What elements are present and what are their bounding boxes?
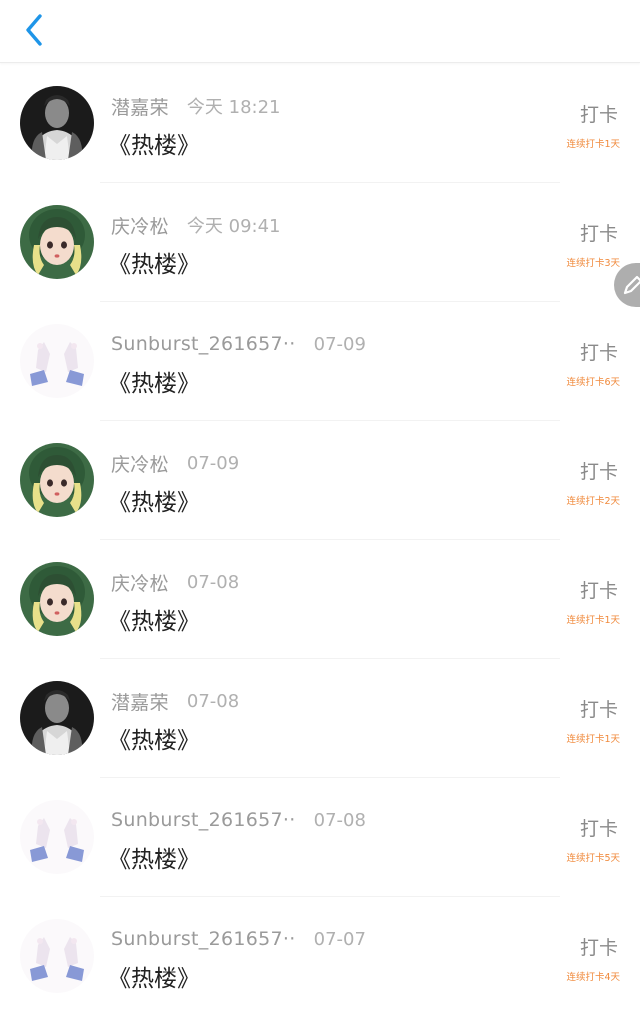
streak-label: 连续打卡4天 (566, 972, 620, 983)
username[interactable]: 潜嘉荣 (111, 688, 169, 715)
checkin-label[interactable]: 打卡 (580, 338, 618, 365)
list-item[interactable]: 庆冷松 07-09 《热楼》 打卡 连续打卡2天 (0, 421, 640, 540)
username[interactable]: Sunburst_261657·· (111, 928, 296, 950)
man-portrait-avatar (20, 681, 94, 755)
book-title[interactable]: 《热楼》 (108, 959, 200, 993)
entry-meta: Sunburst_261657·· 07-09 (111, 330, 366, 358)
streak-label: 连续打卡1天 (566, 734, 620, 745)
girl-illustration-avatar (20, 205, 94, 279)
list-item[interactable]: 潜嘉荣 07-08 《热楼》 打卡 连续打卡1天 (0, 659, 640, 778)
man-portrait-avatar (20, 86, 94, 160)
timestamp: 07-08 (313, 809, 366, 831)
checkin-label[interactable]: 打卡 (580, 933, 618, 960)
streak-label: 连续打卡6天 (566, 377, 620, 388)
avatar[interactable] (20, 681, 94, 755)
streak-label: 连续打卡1天 (566, 615, 620, 626)
checkin-list: 潜嘉荣 今天 18:21 《热楼》 打卡 连续打卡1天 庆冷松 今天 09:41… (0, 64, 640, 1016)
username[interactable]: 庆冷松 (111, 212, 169, 239)
list-item[interactable]: 潜嘉荣 今天 18:21 《热楼》 打卡 连续打卡1天 (0, 64, 640, 183)
entry-meta: 庆冷松 07-08 (111, 568, 239, 596)
book-title[interactable]: 《热楼》 (108, 364, 200, 398)
timestamp: 07-07 (313, 928, 366, 950)
checkin-label[interactable]: 打卡 (580, 814, 618, 841)
hands-heart-avatar (20, 800, 94, 874)
book-title[interactable]: 《热楼》 (108, 483, 200, 517)
avatar[interactable] (20, 562, 94, 636)
timestamp: 07-09 (186, 452, 240, 474)
chevron-left-icon (26, 14, 42, 46)
book-title[interactable]: 《热楼》 (108, 721, 200, 755)
streak-label: 连续打卡3天 (566, 258, 620, 269)
pencil-icon (623, 275, 640, 295)
page: 潜嘉荣 今天 18:21 《热楼》 打卡 连续打卡1天 庆冷松 今天 09:41… (0, 0, 640, 1024)
book-title[interactable]: 《热楼》 (108, 126, 200, 160)
checkin-label[interactable]: 打卡 (580, 219, 618, 246)
back-button[interactable] (14, 8, 54, 52)
avatar[interactable] (20, 443, 94, 517)
hands-heart-avatar (20, 324, 94, 398)
timestamp: 07-08 (186, 571, 240, 593)
list-item[interactable]: 庆冷松 今天 09:41 《热楼》 打卡 连续打卡3天 (0, 183, 640, 302)
list-item[interactable]: Sunburst_261657·· 07-08 《热楼》 打卡 连续打卡5天 (0, 778, 640, 897)
timestamp: 今天 09:41 (186, 216, 281, 237)
girl-illustration-avatar (20, 562, 94, 636)
timestamp: 07-08 (186, 690, 240, 712)
top-bar (0, 0, 640, 63)
username[interactable]: 庆冷松 (111, 569, 169, 596)
avatar[interactable] (20, 205, 94, 279)
streak-label: 连续打卡1天 (566, 139, 620, 150)
username[interactable]: Sunburst_261657·· (111, 809, 296, 831)
book-title[interactable]: 《热楼》 (108, 602, 200, 636)
book-title[interactable]: 《热楼》 (108, 245, 200, 279)
entry-meta: 潜嘉荣 07-08 (111, 687, 239, 715)
checkin-label[interactable]: 打卡 (580, 576, 618, 603)
entry-meta: Sunburst_261657·· 07-07 (111, 925, 366, 953)
username[interactable]: 庆冷松 (111, 450, 169, 477)
girl-illustration-avatar (20, 443, 94, 517)
avatar[interactable] (20, 800, 94, 874)
avatar[interactable] (20, 919, 94, 993)
username[interactable]: 潜嘉荣 (111, 93, 169, 120)
book-title[interactable]: 《热楼》 (108, 840, 200, 874)
entry-meta: 潜嘉荣 今天 18:21 (111, 92, 281, 120)
timestamp: 07-09 (313, 333, 366, 355)
timestamp: 今天 18:21 (186, 97, 281, 118)
username[interactable]: Sunburst_261657·· (111, 333, 296, 355)
checkin-label[interactable]: 打卡 (580, 100, 618, 127)
streak-label: 连续打卡5天 (566, 853, 620, 864)
entry-meta: 庆冷松 07-09 (111, 449, 239, 477)
streak-label: 连续打卡2天 (566, 496, 620, 507)
list-item[interactable]: Sunburst_261657·· 07-07 《热楼》 打卡 连续打卡4天 (0, 897, 640, 1016)
hands-heart-avatar (20, 919, 94, 993)
checkin-label[interactable]: 打卡 (580, 695, 618, 722)
list-item[interactable]: 庆冷松 07-08 《热楼》 打卡 连续打卡1天 (0, 540, 640, 659)
checkin-label[interactable]: 打卡 (580, 457, 618, 484)
avatar[interactable] (20, 324, 94, 398)
avatar[interactable] (20, 86, 94, 160)
entry-meta: Sunburst_261657·· 07-08 (111, 806, 366, 834)
list-item[interactable]: Sunburst_261657·· 07-09 《热楼》 打卡 连续打卡6天 (0, 302, 640, 421)
entry-meta: 庆冷松 今天 09:41 (111, 211, 281, 239)
